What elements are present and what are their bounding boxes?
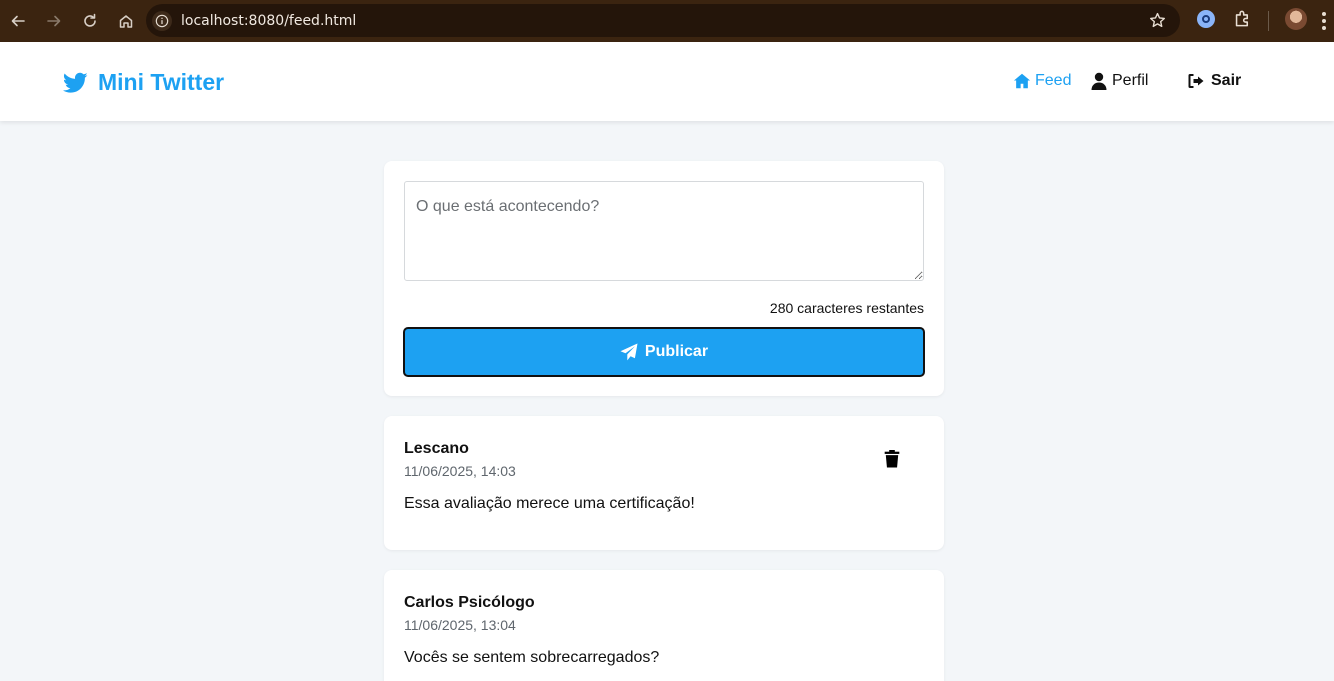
tweet-composer: 280 caracteres restantes Publicar — [384, 161, 944, 396]
nav-sair-link[interactable]: Sair — [1187, 72, 1241, 90]
home-button[interactable] — [108, 0, 144, 42]
nav-sair-label: Sair — [1211, 72, 1242, 89]
nav-feed-link[interactable]: Feed — [1013, 72, 1071, 90]
trash-icon — [884, 450, 900, 468]
publish-label: Publicar — [644, 343, 709, 360]
profile-avatar[interactable] — [1285, 8, 1307, 30]
url-text[interactable]: localhost:8080/feed.html — [181, 13, 356, 29]
extension-icon[interactable] — [1197, 10, 1215, 28]
delete-post-button[interactable] — [884, 450, 902, 470]
forward-button[interactable] — [36, 0, 72, 42]
brand-name: Mini Twitter — [98, 69, 225, 95]
browser-menu-icon[interactable] — [1322, 12, 1326, 30]
browser-toolbar: localhost:8080/feed.html — [0, 0, 1334, 42]
app-header: Mini Twitter Feed Perfil Sair — [0, 42, 1334, 121]
arrow-right-icon — [47, 15, 61, 27]
post-card: Carlos Psicólogo 11/06/2025, 13:04 Vocês… — [384, 570, 944, 681]
brand-logo[interactable]: Mini Twitter — [63, 69, 224, 96]
address-bar[interactable]: localhost:8080/feed.html — [146, 4, 1180, 37]
nav-feed-label: Feed — [1035, 72, 1072, 89]
publish-button[interactable]: Publicar — [403, 327, 925, 377]
post-author[interactable]: Carlos Psicólogo — [404, 594, 535, 612]
bookmark-star-icon[interactable] — [1149, 12, 1166, 34]
tweet-input[interactable] — [404, 181, 924, 281]
post-card: Lescano 11/06/2025, 14:03 Essa avaliação… — [384, 416, 944, 550]
arrow-left-icon — [11, 15, 25, 27]
twitter-bird-icon — [63, 72, 88, 93]
post-content: Vocês se sentem sobrecarregados? — [404, 649, 660, 666]
toolbar-divider — [1268, 11, 1269, 31]
site-info-icon[interactable] — [152, 10, 172, 31]
extensions-puzzle-icon[interactable] — [1233, 9, 1252, 33]
post-author[interactable]: Lescano — [404, 440, 469, 458]
char-counter: 280 caracteres restantes — [769, 300, 924, 316]
reload-icon — [84, 13, 96, 27]
back-button[interactable] — [0, 0, 36, 42]
paper-plane-icon — [620, 343, 638, 361]
reload-button[interactable] — [72, 0, 108, 42]
post-date: 11/06/2025, 13:04 — [404, 617, 516, 633]
house-icon — [119, 15, 133, 28]
sign-out-icon — [1188, 74, 1204, 88]
home-icon — [1013, 73, 1031, 89]
post-date: 11/06/2025, 14:03 — [404, 463, 516, 479]
nav-perfil-label: Perfil — [1112, 72, 1149, 89]
post-content: Essa avaliação merece uma certificação! — [404, 495, 695, 512]
nav-perfil-link[interactable]: Perfil — [1090, 72, 1148, 90]
user-icon — [1091, 72, 1107, 90]
